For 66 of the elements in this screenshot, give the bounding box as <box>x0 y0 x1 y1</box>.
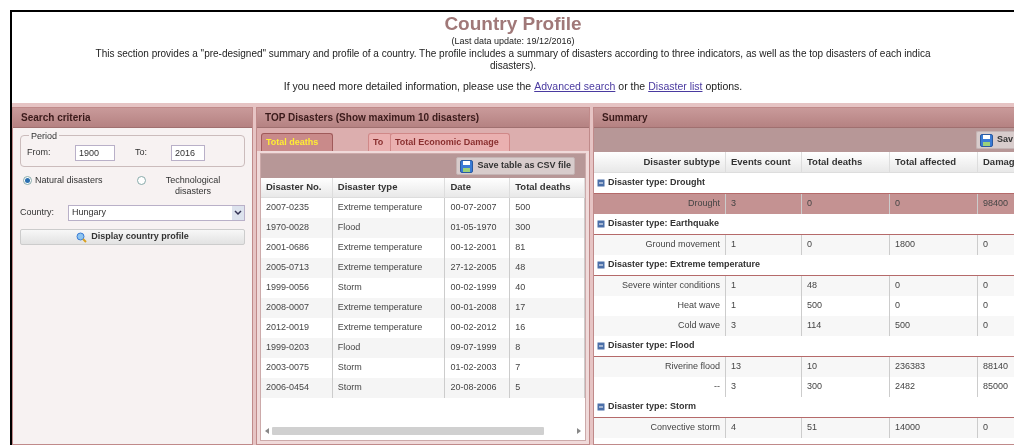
table-row[interactable]: Drought 3 0 0 98400 <box>594 194 1014 214</box>
table-cell: 2006-0454 <box>261 378 333 398</box>
search-icon <box>76 231 88 243</box>
description-text: This section provides a "pre-designed" summary and profile of a country. The profile includes a summary of disasters according to three indicators, as well as the top disasters of each indica <box>95 48 931 60</box>
column-header[interactable]: Events count <box>726 152 802 172</box>
save-csv-button[interactable]: Sav <box>976 131 1014 149</box>
table-row[interactable]: Cold wave 3 114 500 0 <box>594 316 1014 336</box>
collapse-icon[interactable] <box>597 179 605 187</box>
column-header[interactable]: Disaster subtype <box>594 152 726 172</box>
table-cell: Convective storm <box>594 418 726 438</box>
table-cell: 20-08-2006 <box>445 378 511 398</box>
collapse-icon[interactable] <box>597 342 605 350</box>
column-header[interactable]: Total affected <box>890 152 978 172</box>
tab[interactable]: To <box>368 133 392 151</box>
group-label: Disaster type: Storm <box>608 400 697 414</box>
from-field[interactable]: 1900 <box>75 145 115 161</box>
info-text: or the <box>618 79 646 94</box>
tab[interactable]: Total Economic Damage <box>390 133 510 151</box>
column-header[interactable]: Total deaths <box>802 152 890 172</box>
scroll-left-icon[interactable] <box>265 428 269 434</box>
info-text: options. <box>705 79 743 94</box>
column-header[interactable]: Total deaths <box>510 178 585 197</box>
display-profile-button[interactable]: Display country profile <box>20 229 245 245</box>
table-row[interactable]: Riverine flood 13 10 236383 88140 <box>594 357 1014 377</box>
panel-header: Search criteria <box>13 108 252 128</box>
collapse-icon[interactable] <box>597 261 605 269</box>
group-label: Disaster type: Extreme temperature <box>608 258 761 272</box>
advanced-search-link[interactable]: Advanced search <box>534 79 616 95</box>
table-cell: 0 <box>978 418 1014 438</box>
scroll-right-icon[interactable] <box>577 428 581 434</box>
table-row[interactable]: Ground movement 1 0 1800 0 <box>594 235 1014 255</box>
radio-button[interactable] <box>23 176 32 185</box>
collapse-icon[interactable] <box>597 220 605 228</box>
caret-icon <box>232 206 244 220</box>
radio-button[interactable] <box>137 176 146 185</box>
save-csv-button[interactable]: Save table as CSV file <box>456 157 575 175</box>
panel-header: TOP Disasters (Show maximum 10 disasters) <box>257 108 589 128</box>
table-cell: Storm <box>332 378 446 398</box>
column-header[interactable]: Disaster type <box>332 178 446 197</box>
radio-label: Natural disasters <box>35 175 103 186</box>
to-field[interactable]: 2016 <box>171 145 205 161</box>
table-cell: 5 <box>510 378 585 398</box>
radio-label: Technological disasters <box>164 175 222 197</box>
scrollbar-thumb[interactable] <box>272 427 544 435</box>
group-label: Disaster type: Flood <box>608 339 695 353</box>
table-row[interactable]: Severe winter conditions 1 48 0 0 <box>594 276 1014 296</box>
column-header[interactable]: Damag <box>978 152 1014 172</box>
to-label: To: <box>135 146 148 160</box>
description-text: disasters). <box>489 60 537 72</box>
column-header[interactable]: Date <box>445 178 511 197</box>
group-label: Disaster type: Earthquake <box>608 217 720 231</box>
last-update-text: (Last data update: 19/12/2016) <box>451 35 575 48</box>
disaster-list-link[interactable]: Disaster list <box>648 79 703 95</box>
panel-header: Summary <box>594 108 1014 128</box>
table-row[interactable]: Convective storm 4 51 14000 0 <box>594 418 1014 438</box>
info-text: If you need more detailed information, please use the <box>283 79 532 94</box>
country-dropdown[interactable]: Hungary <box>68 205 245 221</box>
page-title: Country Profile <box>444 13 582 35</box>
country-label: Country: <box>20 206 55 220</box>
table-cell: 14000 <box>890 418 978 438</box>
table-cell: 51 <box>802 418 890 438</box>
group-label: Disaster type: Drought <box>608 176 705 190</box>
table-cell: 4 <box>726 418 802 438</box>
collapse-icon[interactable] <box>597 403 605 411</box>
column-header[interactable]: Disaster No. <box>261 178 333 197</box>
from-label: From: <box>27 146 52 160</box>
